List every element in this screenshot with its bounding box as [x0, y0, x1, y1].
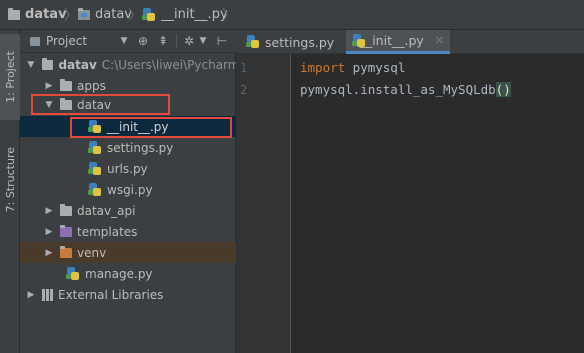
breadcrumb-separator: 〉 — [222, 7, 236, 24]
collapse-arrow-icon[interactable]: ▶ — [44, 206, 54, 216]
highlight-datav-folder — [31, 94, 170, 115]
tool-tab-structure[interactable]: 7: Structure — [0, 126, 20, 234]
settings-icon[interactable]: ✲ — [182, 34, 196, 48]
highlight-init-file — [70, 117, 232, 138]
project-panel-header: Project ▼ ⊕ ⇞ ✲ ▼ ⊢ — [20, 30, 236, 53]
folder-icon — [41, 57, 54, 70]
python-file-icon — [66, 266, 80, 281]
editor-tab-init[interactable]: __init__.py ✕ — [346, 30, 450, 54]
code-editor[interactable]: import pymysql pymysql.install_as_MySQLd… — [292, 54, 584, 353]
dropdown-arrow-icon[interactable]: ▼ — [196, 34, 210, 48]
python-file-icon — [88, 182, 102, 197]
python-file-icon — [88, 161, 102, 176]
collapse-all-icon[interactable]: ⇞ — [156, 34, 170, 48]
divider — [176, 34, 177, 48]
folder-icon — [78, 7, 90, 20]
breadcrumb-folder[interactable]: datav — [78, 0, 132, 29]
tool-tab-project[interactable]: 1: Project — [0, 34, 20, 120]
collapse-arrow-icon[interactable]: ▶ — [26, 290, 36, 300]
breadcrumb-separator: 〉 — [128, 7, 142, 24]
tree-item-wsgi[interactable]: wsgi.py — [20, 179, 236, 200]
tree-root[interactable]: ▼ datav C:\Users\liwei\Pycharm — [20, 54, 236, 75]
python-file-icon — [352, 33, 365, 48]
code-line-1: import pymysql — [300, 60, 406, 75]
tree-item-venv[interactable]: ▶ venv — [20, 242, 236, 263]
tool-window-strip: 1: Project 7: Structure — [0, 30, 20, 353]
editor-tab-settings[interactable]: settings.py ✕ — [240, 30, 360, 54]
hide-panel-icon[interactable]: ⊢ — [215, 34, 229, 48]
editor-gutter: 1 2 — [236, 54, 291, 353]
library-icon — [42, 288, 53, 301]
project-view-selector[interactable]: Project — [30, 30, 87, 52]
line-number: 2 — [240, 83, 248, 97]
tree-item-urls[interactable]: urls.py — [20, 158, 236, 179]
expand-arrow-icon[interactable]: ▼ — [26, 60, 36, 70]
navigation-bar: datav 〉 datav 〉 __init__.py 〉 — [0, 0, 584, 30]
close-icon[interactable]: ✕ — [435, 34, 444, 47]
folder-icon — [60, 203, 72, 216]
dropdown-arrow-icon[interactable]: ▼ — [117, 34, 131, 48]
collapse-arrow-icon[interactable]: ▶ — [44, 227, 54, 237]
line-number: 1 — [240, 61, 248, 75]
code-line-2: pymysql.install_as_MySQLdb() — [300, 82, 511, 97]
editor-tab-bar: settings.py ✕ __init__.py ✕ — [236, 30, 584, 54]
tree-item-datav-api[interactable]: ▶ datav_api — [20, 200, 236, 221]
folder-icon — [60, 224, 72, 237]
tree-item-apps[interactable]: ▶ apps — [20, 75, 236, 96]
python-file-icon — [246, 35, 260, 49]
python-file-icon — [142, 7, 156, 22]
scroll-from-source-icon[interactable]: ⊕ — [136, 34, 150, 48]
folder-icon — [60, 245, 72, 258]
tree-item-external-libraries[interactable]: ▶ External Libraries — [20, 284, 236, 305]
folder-icon — [60, 78, 72, 91]
collapse-arrow-icon[interactable]: ▶ — [44, 248, 54, 258]
breadcrumb-separator: 〉 — [64, 7, 78, 24]
tree-item-templates[interactable]: ▶ templates — [20, 221, 236, 242]
collapse-arrow-icon[interactable]: ▶ — [44, 81, 54, 91]
python-file-icon — [88, 140, 102, 155]
project-icon — [30, 36, 40, 46]
breadcrumb-root[interactable]: datav — [8, 0, 67, 29]
breadcrumb-file[interactable]: __init__.py — [142, 0, 228, 29]
folder-icon — [8, 7, 20, 20]
tree-item-settings[interactable]: settings.py — [20, 137, 236, 158]
project-panel: Project ▼ ⊕ ⇞ ✲ ▼ ⊢ ▼ datav C:\Users\liw… — [20, 30, 236, 353]
tree-item-manage[interactable]: manage.py — [20, 263, 236, 284]
